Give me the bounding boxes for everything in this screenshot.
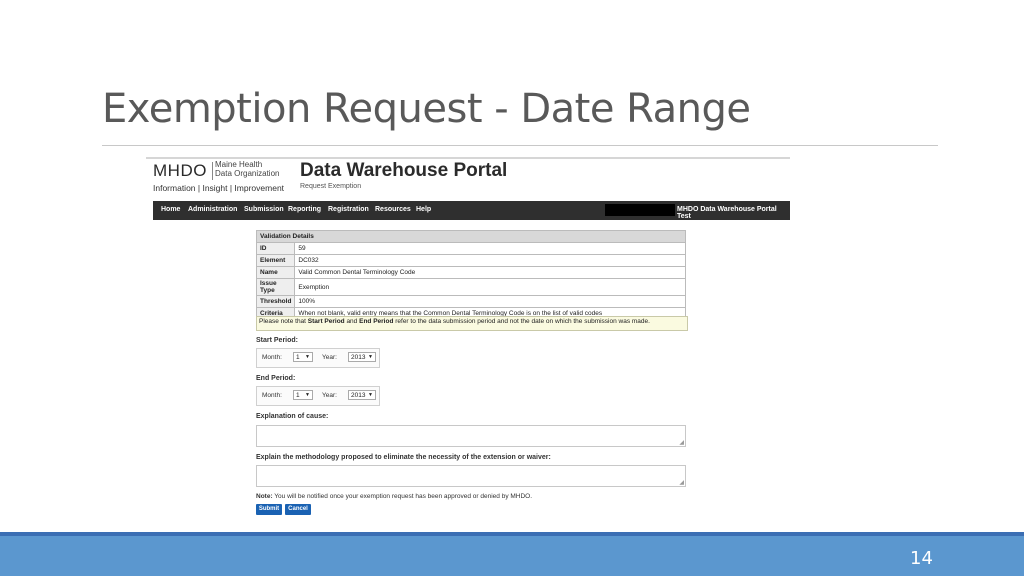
notice-text-3: refer to the data submission period and … — [393, 318, 650, 325]
start-year-label: Year: — [322, 354, 337, 361]
title-divider — [102, 145, 938, 146]
row-key: ID — [255, 242, 296, 255]
start-year-select[interactable]: 2013 ▼ — [348, 352, 376, 362]
row-value: 100% — [294, 295, 686, 308]
chevron-down-icon: ▼ — [368, 354, 373, 360]
portal-screenshot: MHDO Maine Health Data Organization Info… — [146, 157, 790, 519]
end-year-select[interactable]: 2013 ▼ — [348, 390, 376, 400]
row-value: 59 — [294, 242, 686, 255]
submit-button[interactable]: Submit — [256, 504, 282, 515]
end-month-value: 1 — [296, 392, 300, 399]
methodology-textarea[interactable]: ◢ — [256, 465, 686, 487]
nav-reporting[interactable]: Reporting — [288, 206, 321, 213]
table-row: Threshold 100% — [255, 295, 686, 308]
table-row: ID 59 — [255, 242, 686, 255]
slide-footer — [0, 536, 1024, 576]
nav-registration[interactable]: Registration — [328, 206, 369, 213]
explanation-textarea[interactable]: ◢ — [256, 425, 686, 447]
row-key: Name — [255, 266, 296, 279]
chevron-down-icon: ▼ — [368, 392, 373, 398]
table-header: Validation Details — [256, 230, 686, 243]
resize-grip-icon[interactable]: ◢ — [679, 479, 684, 486]
table-row: Element DC032 — [255, 254, 686, 267]
note-text: You will be notified once your exemption… — [272, 493, 533, 500]
logo-org-name: Maine Health Data Organization — [215, 160, 279, 178]
chevron-down-icon: ▼ — [305, 392, 310, 398]
logo-tagline: Information | Insight | Improvement — [153, 183, 285, 193]
notification-note: Note: You will be notified once your exe… — [256, 493, 532, 500]
logo-abbr: MHDO — [153, 161, 207, 180]
start-year-value: 2013 — [351, 354, 366, 361]
row-value: DC032 — [294, 254, 686, 267]
row-key: Issue Type — [255, 278, 296, 296]
end-year-label: Year: — [322, 392, 337, 399]
row-value: Valid Common Dental Terminology Code — [294, 266, 686, 279]
validation-details-table: Validation Details ID 59 Element DC032 N… — [255, 230, 686, 320]
start-month-value: 1 — [296, 354, 300, 361]
redacted-user-box — [605, 204, 675, 216]
logo-divider — [212, 162, 213, 180]
slide-title: Exemption Request - Date Range — [102, 86, 751, 132]
nav-administration[interactable]: Administration — [188, 206, 237, 213]
note-label: Note: — [256, 493, 273, 500]
main-nav: Home Administration Submission Reporting… — [153, 201, 790, 220]
portal-title: Data Warehouse Portal — [300, 160, 508, 181]
start-month-label: Month: — [262, 354, 282, 361]
end-period-box: Month: 1 ▼ Year: 2013 ▼ — [256, 386, 380, 406]
notice-text-1: Please note that — [259, 318, 308, 325]
logo-org-line1: Maine Health — [215, 160, 263, 169]
chevron-down-icon: ▼ — [305, 354, 310, 360]
notice-end: End Period — [359, 318, 394, 325]
resize-grip-icon[interactable]: ◢ — [679, 439, 684, 446]
table-row: Name Valid Common Dental Terminology Cod… — [255, 266, 686, 279]
mhdo-logo[interactable]: MHDO Maine Health Data Organization Info… — [152, 159, 292, 195]
page-number: 14 — [910, 548, 933, 569]
table-header-row: Validation Details — [256, 230, 686, 243]
notice-text-2: and — [344, 318, 360, 325]
nav-submission[interactable]: Submission — [244, 206, 284, 213]
explanation-label: Explanation of cause: — [256, 413, 329, 420]
start-period-label: Start Period: — [256, 337, 299, 344]
end-month-select[interactable]: 1 ▼ — [293, 390, 313, 400]
end-month-label: Month: — [262, 392, 282, 399]
nav-home[interactable]: Home — [161, 206, 180, 213]
nav-resources[interactable]: Resources — [375, 206, 411, 213]
period-notice: Please note that Start Period and End Pe… — [256, 316, 688, 331]
end-period-label: End Period: — [256, 375, 296, 382]
portal-env-label: MHDO Data Warehouse Portal Test — [677, 206, 777, 220]
start-period-box: Month: 1 ▼ Year: 2013 ▼ — [256, 348, 380, 368]
cancel-button[interactable]: Cancel — [285, 504, 311, 515]
row-key: Element — [255, 254, 296, 267]
start-month-select[interactable]: 1 ▼ — [293, 352, 313, 362]
end-year-value: 2013 — [351, 392, 366, 399]
portal-subtitle: Request Exemption — [300, 183, 362, 190]
notice-start: Start Period — [307, 318, 345, 325]
logo-org-line2: Data Organization — [215, 169, 280, 178]
row-key: Threshold — [255, 295, 296, 308]
methodology-label: Explain the methodology proposed to elim… — [256, 454, 551, 461]
row-value: Exemption — [294, 278, 686, 296]
nav-help[interactable]: Help — [416, 206, 431, 213]
table-row: Issue Type Exemption — [255, 278, 686, 296]
